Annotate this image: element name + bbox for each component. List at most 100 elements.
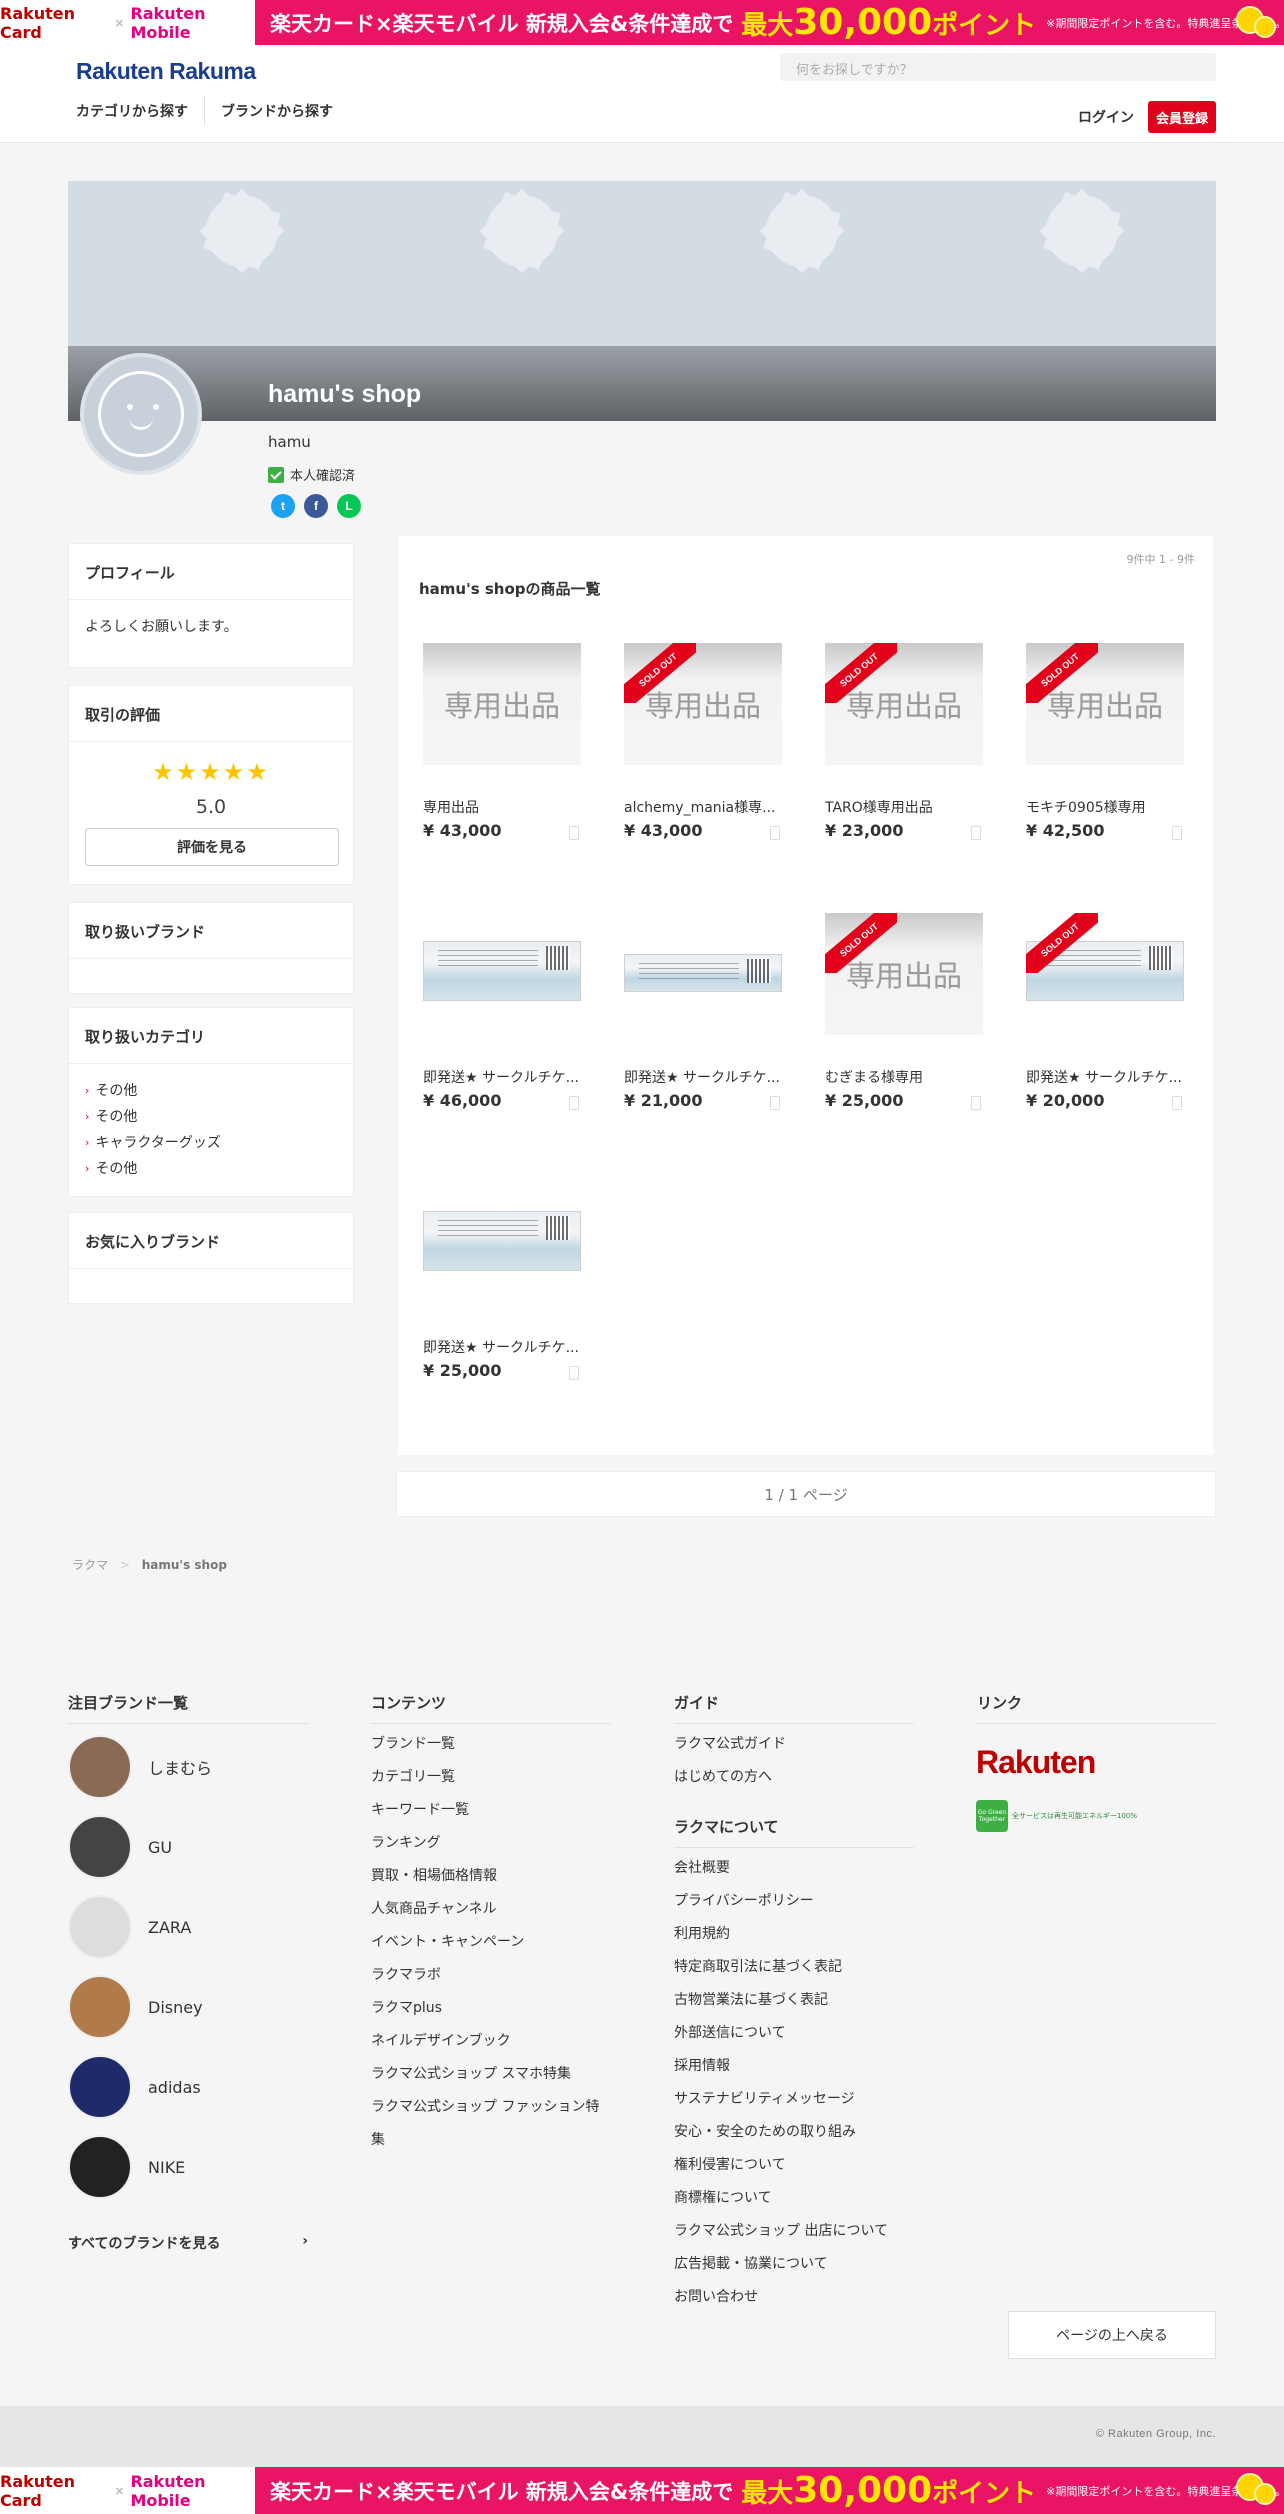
footer-link[interactable]: イベント・キャンペーン <box>371 1926 611 1959</box>
footer-link[interactable]: はじめての方へ <box>674 1761 914 1794</box>
like-icon[interactable] <box>1172 826 1182 840</box>
like-icon[interactable] <box>1172 1096 1182 1110</box>
footer-link[interactable]: 広告掲載・協業について <box>674 2248 914 2281</box>
product-name[interactable]: 即発送★ サークルチケ... <box>1026 1067 1196 1087</box>
footer-brand-item[interactable]: GU <box>68 1815 172 1879</box>
brand-name[interactable]: GU <box>148 1838 172 1857</box>
product-tile[interactable]: 即発送★ サークルチケ... ¥ 25,000 <box>419 1156 581 1380</box>
footer-link[interactable]: カテゴリ一覧 <box>371 1761 611 1794</box>
promo-banner-top[interactable]: Rakuten Card × Rakuten Mobile 楽天カード×楽天モバ… <box>0 0 1284 45</box>
product-image[interactable] <box>624 954 782 992</box>
footer-brand-item[interactable]: しまむら <box>68 1735 212 1799</box>
footer-link[interactable]: 古物営業法に基づく表記 <box>674 1984 914 2017</box>
footer-link[interactable]: ブランド一覧 <box>371 1728 611 1761</box>
like-icon[interactable] <box>770 1096 780 1110</box>
product-tile[interactable]: 専用出品 SOLD OUT むぎまる様専用 ¥ 25,000 <box>821 886 983 1110</box>
footer-link[interactable]: ラクマ公式ショップ ファッション特集 <box>371 2091 611 2157</box>
product-tile[interactable]: 専用出品 SOLD OUT alchemy_mania様専... ¥ 43,000 <box>620 616 782 840</box>
product-name[interactable]: alchemy_mania様専... <box>624 797 794 817</box>
nav-brand[interactable]: ブランドから探す <box>221 101 333 121</box>
footer-brand-item[interactable]: Disney <box>68 1975 203 2039</box>
footer-brand-item[interactable]: NIKE <box>68 2135 185 2199</box>
back-to-top-button[interactable]: ページの上へ戻る <box>1008 2311 1216 2359</box>
product-name[interactable]: TARO様専用出品 <box>825 797 995 817</box>
product-image[interactable] <box>423 1211 581 1271</box>
product-tile[interactable]: 即発送★ サークルチケ... ¥ 46,000 <box>419 886 581 1110</box>
footer-link[interactable]: ラクマplus <box>371 1992 611 2025</box>
footer-link[interactable]: 外部送信について <box>674 2017 914 2050</box>
footer-link[interactable]: ラクマラボ <box>371 1959 611 1992</box>
brand-name[interactable]: ZARA <box>148 1918 191 1937</box>
product-name[interactable]: むぎまる様専用 <box>825 1067 995 1087</box>
footer-link[interactable]: 特定商取引法に基づく表記 <box>674 1951 914 1984</box>
product-tile[interactable]: 専用出品 専用出品 ¥ 43,000 <box>419 616 581 840</box>
footer-link[interactable]: ラクマ公式ガイド <box>674 1728 914 1761</box>
category-item[interactable]: › キャラクターグッズ <box>85 1130 337 1156</box>
product-tile[interactable]: 即発送★ サークルチケ... ¥ 21,000 <box>620 886 782 1110</box>
breadcrumb-home[interactable]: ラクマ <box>72 1558 108 1572</box>
footer-link[interactable]: 会社概要 <box>674 1852 914 1885</box>
brand-name[interactable]: adidas <box>148 2078 201 2097</box>
facebook-share-icon[interactable]: f <box>304 494 328 518</box>
brand-image[interactable] <box>68 1975 132 2039</box>
promo-banner-bottom[interactable]: Rakuten Card × Rakuten Mobile 楽天カード×楽天モバ… <box>0 2467 1284 2514</box>
twitter-share-icon[interactable]: t <box>271 494 295 518</box>
rakuten-logo[interactable]: Rakuten <box>976 1744 1096 1781</box>
like-icon[interactable] <box>770 826 780 840</box>
product-name[interactable]: モキチ0905様専用 <box>1026 797 1196 817</box>
category-item[interactable]: › その他 <box>85 1078 337 1104</box>
register-button[interactable]: 会員登録 <box>1148 101 1216 133</box>
like-icon[interactable] <box>971 1096 981 1110</box>
pagination[interactable]: 1 / 1 ページ <box>396 1471 1216 1517</box>
footer-link[interactable]: 人気商品チャンネル <box>371 1893 611 1926</box>
all-brands-link[interactable]: すべてのブランドを見る › <box>68 2233 308 2253</box>
brand-image[interactable] <box>68 1735 132 1799</box>
like-icon[interactable] <box>971 826 981 840</box>
footer-link[interactable]: ネイルデザインブック <box>371 2025 611 2058</box>
rakuma-logo[interactable]: Rakuten Rakuma <box>76 58 256 85</box>
footer-brand-item[interactable]: ZARA <box>68 1895 191 1959</box>
nav-category[interactable]: カテゴリから探す <box>76 101 188 121</box>
product-name[interactable]: 即発送★ サークルチケ... <box>423 1067 593 1087</box>
footer-link[interactable]: 権利侵害について <box>674 2149 914 2182</box>
go-green-badge[interactable]: Go Green Together 全サービスは再生可能エネルギー100% <box>976 1800 1137 1832</box>
login-link[interactable]: ログイン <box>1078 107 1134 127</box>
brand-image[interactable] <box>68 1895 132 1959</box>
brand-name[interactable]: NIKE <box>148 2158 185 2177</box>
like-icon[interactable] <box>569 1366 579 1380</box>
line-share-icon[interactable]: L <box>337 494 361 518</box>
brand-image[interactable] <box>68 1815 132 1879</box>
product-image[interactable] <box>423 941 581 1001</box>
footer-brand-item[interactable]: adidas <box>68 2055 201 2119</box>
footer-link[interactable]: お問い合わせ <box>674 2281 914 2314</box>
footer-link[interactable]: ランキング <box>371 1827 611 1860</box>
footer-link[interactable]: 利用規約 <box>674 1918 914 1951</box>
product-name[interactable]: 即発送★ サークルチケ... <box>624 1067 794 1087</box>
brand-name[interactable]: Disney <box>148 1998 203 2017</box>
like-icon[interactable] <box>569 1096 579 1110</box>
footer-link[interactable]: キーワード一覧 <box>371 1794 611 1827</box>
footer-link[interactable]: ラクマ公式ショップ スマホ特集 <box>371 2058 611 2091</box>
product-name[interactable]: 専用出品 <box>423 797 593 817</box>
footer-link[interactable]: 採用情報 <box>674 2050 914 2083</box>
category-item[interactable]: › その他 <box>85 1104 337 1130</box>
view-ratings-button[interactable]: 評価を見る <box>85 828 339 866</box>
category-item[interactable]: › その他 <box>85 1156 337 1182</box>
brand-image[interactable] <box>68 2055 132 2119</box>
footer-link[interactable]: サステナビリティメッセージ <box>674 2083 914 2116</box>
footer-link[interactable]: プライバシーポリシー <box>674 1885 914 1918</box>
product-image[interactable]: 専用出品 <box>423 643 581 765</box>
like-icon[interactable] <box>569 826 579 840</box>
product-tile[interactable]: SOLD OUT 即発送★ サークルチケ... ¥ 20,000 <box>1022 886 1184 1110</box>
product-tile[interactable]: 専用出品 SOLD OUT モキチ0905様専用 ¥ 42,500 <box>1022 616 1184 840</box>
brand-image[interactable] <box>68 2135 132 2199</box>
brand-name[interactable]: しまむら <box>148 1755 212 1779</box>
footer-link[interactable]: 買取・相場価格情報 <box>371 1860 611 1893</box>
search-input[interactable]: 何をお探しですか？ <box>780 53 1216 81</box>
footer-link[interactable]: ラクマ公式ショップ 出店について <box>674 2215 914 2248</box>
rating-stars: ★★★★★ <box>152 758 270 786</box>
product-name[interactable]: 即発送★ サークルチケ... <box>423 1337 593 1357</box>
footer-link[interactable]: 商標権について <box>674 2182 914 2215</box>
footer-link[interactable]: 安心・安全のための取り組み <box>674 2116 914 2149</box>
product-tile[interactable]: 専用出品 SOLD OUT TARO様専用出品 ¥ 23,000 <box>821 616 983 840</box>
